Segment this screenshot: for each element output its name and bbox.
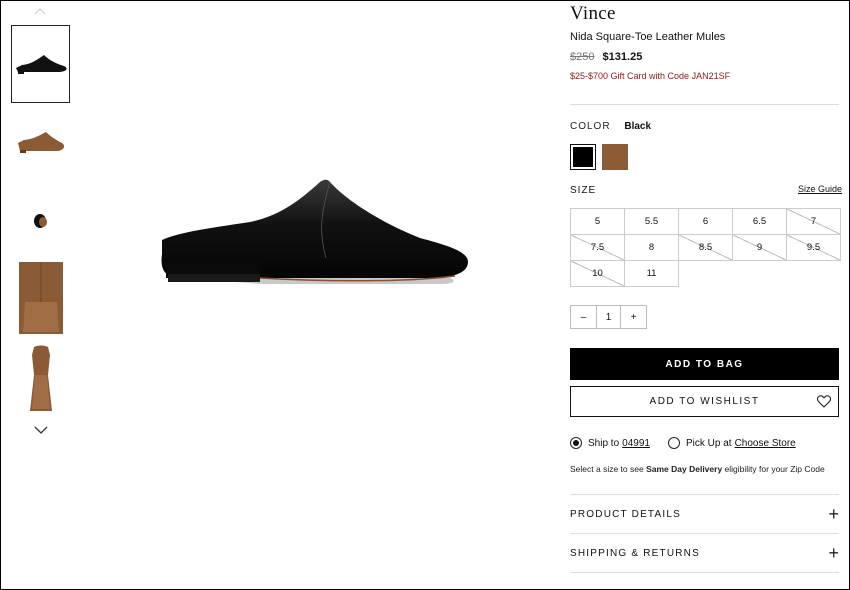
quantity-decrease-button[interactable]: – [571,306,596,328]
product-details-accordion[interactable]: PRODUCT DETAILS + [570,495,839,533]
size-option-label: 7 [810,216,817,227]
shoe-back-thumb-image [33,214,47,228]
price-row: $250 $131.25 [570,51,642,63]
add-to-wishlist-button[interactable]: ADD TO WISHLIST [570,386,839,417]
chevron-down-icon[interactable] [33,424,49,436]
same-day-note: Select a size to see Same Day Delivery e… [570,464,825,474]
brand-name[interactable]: Vince [570,3,616,25]
size-grid: 5 5.5 6 6.5 7 7.5 8 8.5 9 9.5 10 11 [570,208,841,287]
size-option[interactable]: 7 [786,208,841,235]
pickup-label: Pick Up at [686,437,732,449]
pickup-option[interactable]: Pick Up at Choose Store [668,437,796,449]
original-price: $250 [570,51,595,63]
plus-icon[interactable]: + [828,505,839,523]
note-suffix: eligibility for your Zip Code [724,464,825,474]
size-option-label: 10 [592,268,603,279]
size-option[interactable]: 8 [624,234,679,261]
choose-store-link[interactable]: Choose Store [735,438,796,449]
shoe-brown-thumb-image [17,132,64,153]
size-option-label: 8 [648,242,655,253]
size-option-label: 8.5 [698,242,713,253]
size-option-label: 5.5 [644,216,659,227]
size-option-label: 9 [756,242,763,253]
size-label: SIZE [570,185,597,196]
divider [570,572,839,573]
thumbnail-brown-view[interactable] [11,107,70,179]
size-option[interactable]: 5.5 [624,208,679,235]
quantity-value[interactable]: 1 [596,306,621,328]
size-option[interactable]: 9.5 [786,234,841,261]
heart-icon[interactable] [817,395,831,408]
size-guide-link[interactable]: Size Guide [798,184,842,194]
thumbnail-top-view[interactable] [11,262,70,334]
promo-text: $25-$700 Gift Card with Code JAN21SF [570,71,731,81]
ship-to-option[interactable]: Ship to 04991 [570,437,650,449]
sale-price: $131.25 [602,51,643,63]
pickup-radio[interactable] [668,437,680,449]
shoe-side-thumb-image [15,55,67,74]
size-option[interactable]: 8.5 [678,234,733,261]
product-main-image [161,179,469,284]
accordion-label: SHIPPING & RETURNS [570,547,700,559]
shoe-sole-thumb-image [29,345,52,411]
plus-icon[interactable]: + [828,544,839,562]
shipping-returns-accordion[interactable]: SHIPPING & RETURNS + [570,534,839,572]
size-option-label: 11 [646,268,657,279]
ship-radio-selected[interactable] [570,437,582,449]
ship-to-label: Ship to [588,437,620,449]
thumbnail-side-view[interactable] [11,25,70,103]
color-label: COLOR [570,121,611,132]
add-to-wishlist-label: ADD TO WISHLIST [649,396,760,407]
color-selected-value: Black [624,121,652,132]
zip-code-link[interactable]: 04991 [622,438,650,449]
size-option[interactable]: 6 [678,208,733,235]
add-to-bag-button[interactable]: ADD TO BAG [570,348,839,380]
size-option-label: 7.5 [590,242,605,253]
quantity-stepper: – 1 + [570,305,647,329]
thumbnail-sole-view[interactable] [11,342,70,418]
size-option[interactable]: 10 [570,260,625,287]
size-option-label: 6 [702,216,709,227]
product-title: Nida Square-Toe Leather Mules [570,31,726,43]
accordion-label: PRODUCT DETAILS [570,508,681,520]
color-row: COLOR Black [570,121,651,132]
size-option[interactable]: 7.5 [570,234,625,261]
note-bold: Same Day Delivery [646,464,723,474]
chevron-up-icon[interactable] [33,6,47,16]
swatch-fill [573,147,593,167]
size-option-label: 5 [594,216,601,227]
size-option[interactable]: 6.5 [732,208,787,235]
size-option[interactable]: 5 [570,208,625,235]
size-option[interactable]: 9 [732,234,787,261]
size-option-label: 6.5 [752,216,767,227]
size-option-label: 9.5 [806,242,821,253]
color-swatch-brown[interactable] [602,144,628,170]
thumbnail-back-view[interactable] [11,185,70,257]
note-prefix: Select a size to see [570,464,644,474]
quantity-increase-button[interactable]: + [621,306,646,328]
size-option[interactable]: 11 [624,260,679,287]
shoe-top-thumb-image [18,262,63,334]
color-swatch-black[interactable] [570,144,596,170]
divider [570,104,839,105]
